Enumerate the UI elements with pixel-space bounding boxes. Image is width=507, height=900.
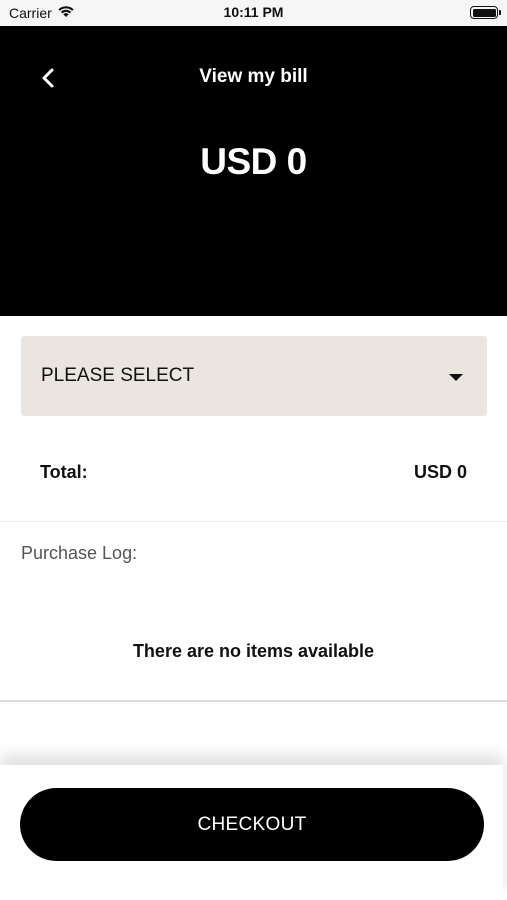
total-row: Total: USD 0 (40, 460, 467, 484)
total-value: USD 0 (413, 461, 467, 482)
select-value: PLEASE SELECT (41, 365, 195, 386)
bill-amount: USD 0 (200, 141, 307, 182)
divider (0, 521, 507, 522)
bill-select-dropdown[interactable]: PLEASE SELECT (21, 336, 487, 416)
empty-state-message: There are no items available (132, 641, 375, 661)
divider (0, 700, 507, 702)
status-bar: Carrier 10:11 PM (0, 0, 507, 26)
checkout-button[interactable]: CHECKOUT (20, 788, 484, 861)
total-label: Total: (40, 461, 88, 482)
status-time: 10:11 PM (223, 4, 284, 20)
page-title: View my bill (199, 66, 308, 87)
bill-header: View my bill USD 0 (0, 26, 507, 316)
checkout-panel: CHECKOUT (0, 765, 503, 900)
battery-icon (470, 6, 501, 19)
purchase-log-label: Purchase Log: (21, 543, 138, 563)
caret-down-icon (449, 374, 463, 381)
